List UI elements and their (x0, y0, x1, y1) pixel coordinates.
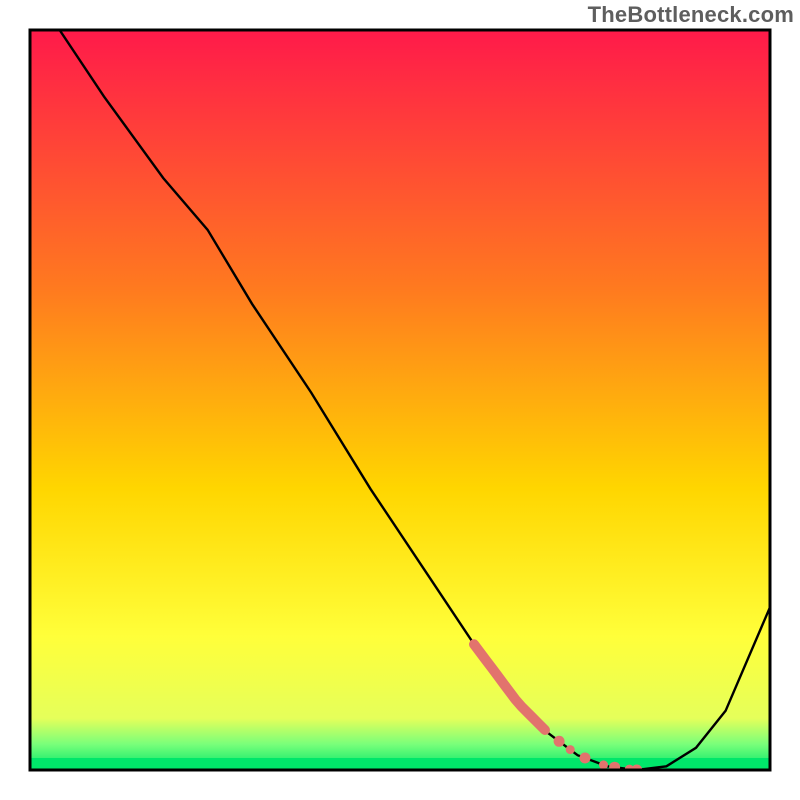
bottleneck-chart (0, 0, 800, 800)
watermark-label: TheBottleneck.com (588, 2, 794, 28)
plot-background (30, 30, 770, 770)
chart-container: TheBottleneck.com (0, 0, 800, 800)
